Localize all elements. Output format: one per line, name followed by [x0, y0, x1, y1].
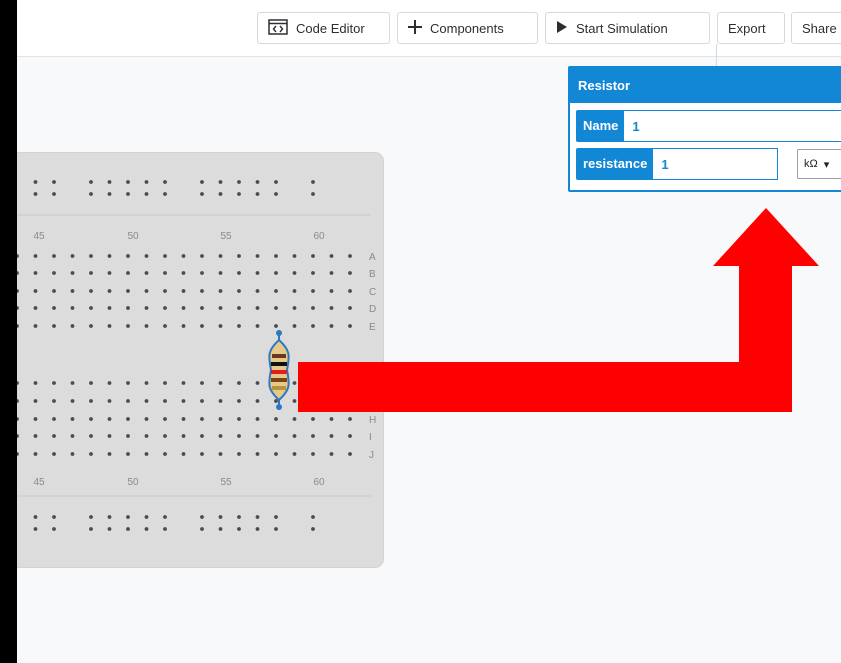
resistor-properties-panel: Resistor Name resistance kΩ ▾ — [568, 66, 841, 192]
resistance-property-row: resistance — [576, 148, 779, 180]
resistance-field[interactable] — [653, 148, 779, 180]
properties-panel-title: Resistor — [570, 68, 841, 103]
unit-value: kΩ — [804, 158, 818, 170]
name-field[interactable] — [624, 110, 841, 142]
resistance-unit-select[interactable]: kΩ ▾ — [797, 149, 841, 179]
chevron-down-icon: ▾ — [823, 158, 830, 171]
name-property-row: Name — [576, 110, 841, 142]
name-label: Name — [576, 110, 625, 142]
workspace: Code Editor Components Start Simulation … — [17, 0, 841, 663]
resistance-label: resistance — [576, 148, 654, 180]
